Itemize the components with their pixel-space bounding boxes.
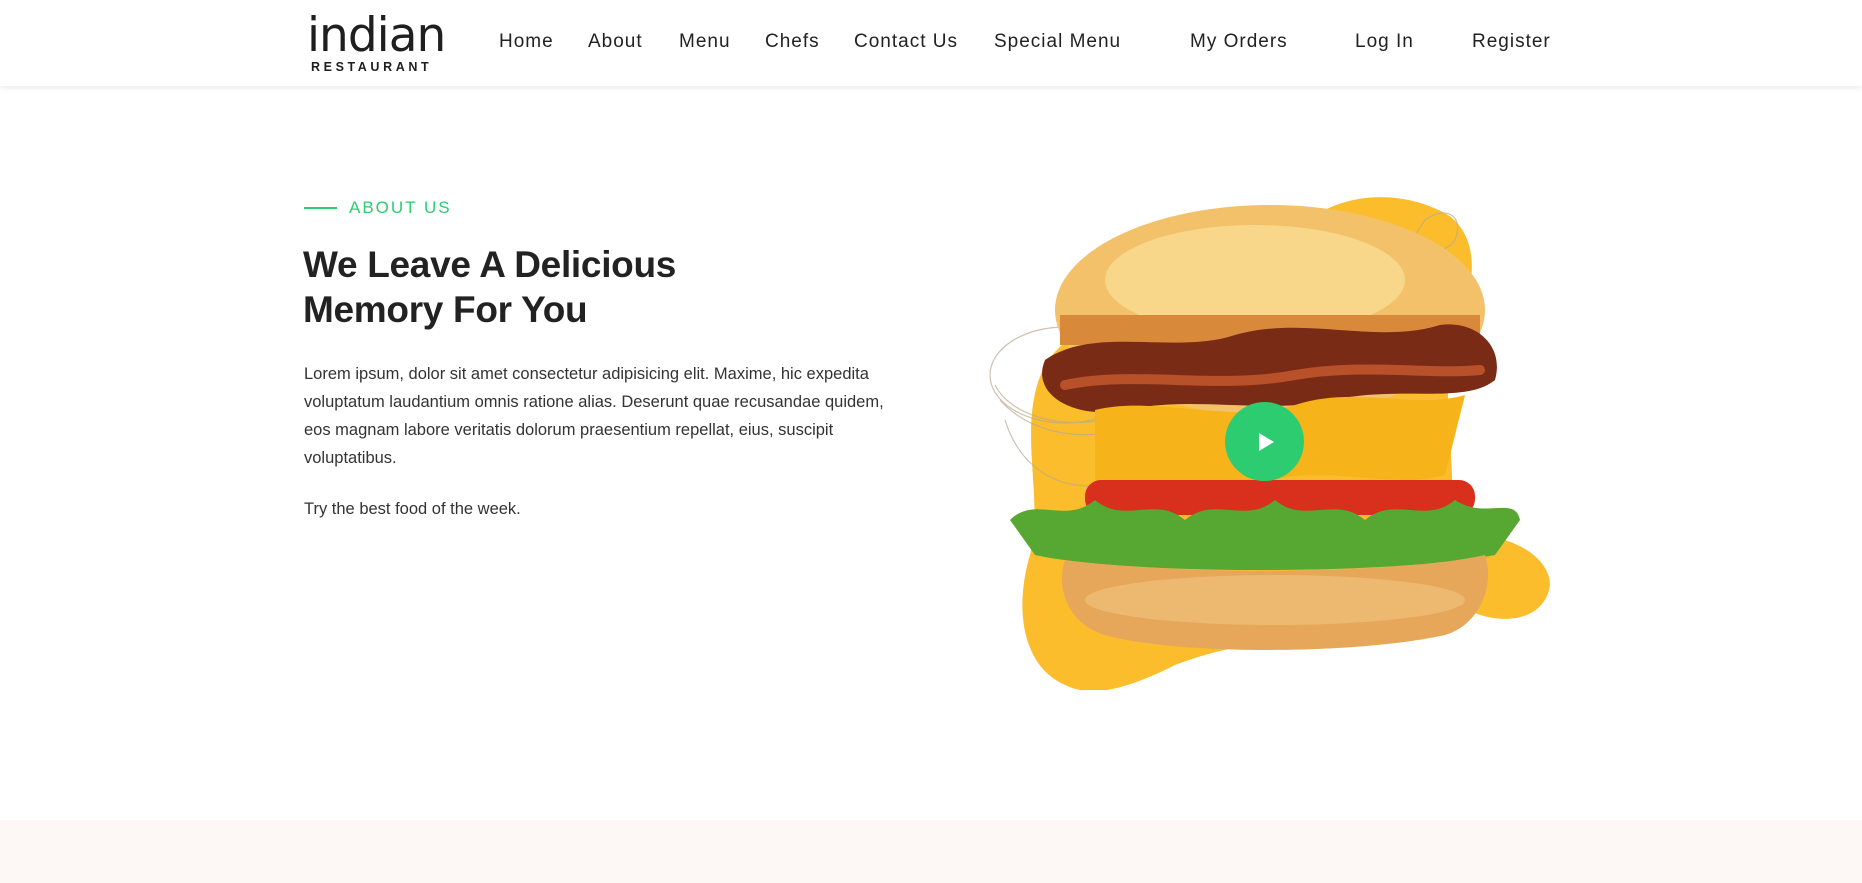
nav-about[interactable]: About bbox=[588, 31, 643, 53]
about-paragraph: Lorem ipsum, dolor sit amet consectetur … bbox=[304, 365, 884, 467]
play-icon bbox=[1259, 432, 1274, 451]
section-headline: We Leave A Delicious Memory For You bbox=[303, 242, 743, 332]
play-video-button[interactable] bbox=[1225, 402, 1304, 481]
nav-register[interactable]: Register bbox=[1472, 31, 1551, 53]
nav-log-in[interactable]: Log In bbox=[1355, 31, 1414, 53]
eyebrow-divider bbox=[304, 207, 337, 209]
logo-wordmark: indian bbox=[307, 8, 446, 63]
brand-logo[interactable]: indian RESTAURANT bbox=[307, 10, 449, 76]
nav-chefs[interactable]: Chefs bbox=[765, 31, 820, 53]
nav-home[interactable]: Home bbox=[499, 31, 554, 53]
headline-line-1: We Leave A Delicious bbox=[303, 244, 677, 285]
nav-menu[interactable]: Menu bbox=[679, 31, 731, 53]
nav-my-orders[interactable]: My Orders bbox=[1190, 31, 1288, 53]
section-eyebrow: ABOUT US bbox=[304, 198, 452, 218]
nav-contact-us[interactable]: Contact Us bbox=[854, 31, 958, 53]
next-section-band bbox=[0, 820, 1862, 883]
headline-line-2: Memory For You bbox=[303, 289, 588, 330]
site-header: indian RESTAURANT Home About Menu Chefs … bbox=[0, 0, 1862, 86]
eyebrow-label: ABOUT US bbox=[349, 198, 452, 217]
nav-special-menu[interactable]: Special Menu bbox=[994, 31, 1121, 53]
about-tagline: Try the best food of the week. bbox=[304, 500, 521, 518]
lettuce bbox=[1010, 500, 1520, 570]
logo-tagline: RESTAURANT bbox=[311, 60, 433, 74]
